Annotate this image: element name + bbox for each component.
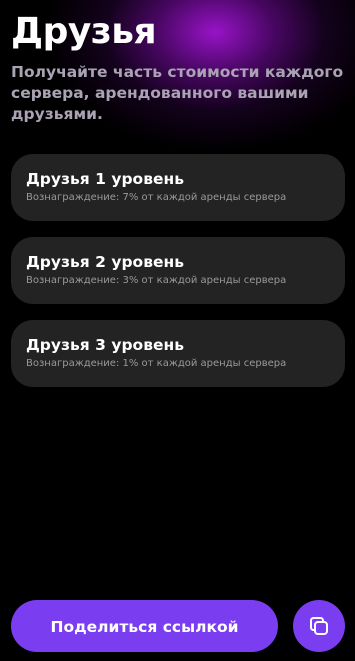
level-card-title: Друзья 2 уровень [26, 253, 185, 271]
level-card-description: Вознаграждение: 3% от каждой аренды серв… [26, 275, 287, 286]
level-card-2[interactable]: Друзья 2 уровень Вознаграждение: 3% от к… [11, 237, 345, 304]
level-card-1[interactable]: Друзья 1 уровень Вознаграждение: 7% от к… [11, 154, 345, 221]
page-subtitle: Получайте часть стоимости каждого сервер… [11, 63, 344, 123]
level-card-title: Друзья 1 уровень [26, 170, 185, 188]
level-card-3[interactable]: Друзья 3 уровень Вознаграждение: 1% от к… [11, 320, 345, 387]
copy-link-button[interactable] [293, 600, 345, 652]
page-title: Друзья [11, 11, 157, 52]
level-card-description: Вознаграждение: 7% от каждой аренды серв… [26, 192, 287, 203]
level-card-title: Друзья 3 уровень [26, 336, 185, 354]
copy-icon [307, 614, 331, 638]
level-card-description: Вознаграждение: 1% от каждой аренды серв… [26, 358, 287, 369]
share-link-button[interactable]: Поделиться ссылкой [11, 600, 278, 652]
